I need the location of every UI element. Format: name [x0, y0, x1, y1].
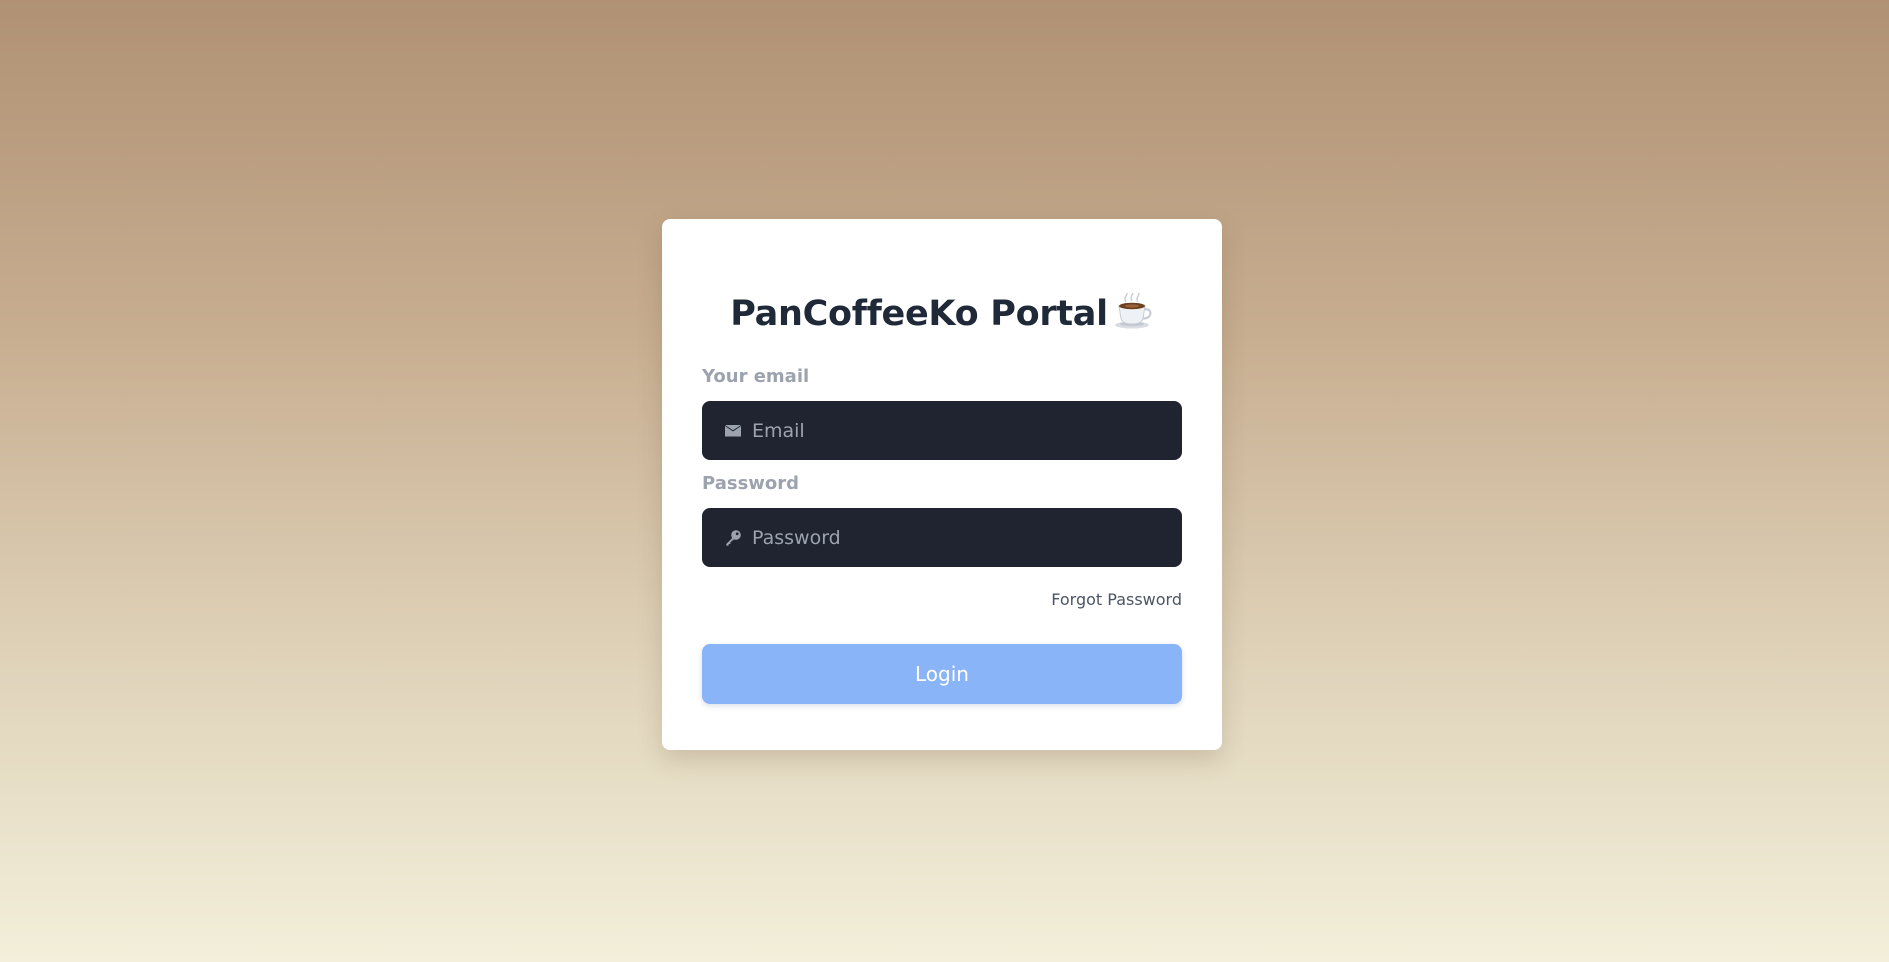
email-label: Your email — [702, 366, 810, 387]
forgot-password-row: Forgot Password — [702, 589, 1182, 611]
envelope-icon — [724, 422, 742, 440]
forgot-password-link[interactable]: Forgot Password — [1051, 590, 1182, 609]
page-title: PanCoffeeKo Portal — [702, 289, 1182, 339]
password-label: Password — [702, 473, 800, 494]
login-button[interactable]: Login — [702, 644, 1182, 704]
login-card: PanCoffeeKo Portal Your email Password — [662, 219, 1222, 750]
password-input[interactable] — [752, 508, 1172, 567]
email-field[interactable] — [702, 401, 1182, 460]
password-field[interactable] — [702, 508, 1182, 567]
coffee-cup-icon — [1114, 289, 1154, 329]
email-input[interactable] — [752, 401, 1172, 460]
key-icon — [724, 529, 742, 547]
page-title-text: PanCoffeeKo Portal — [730, 294, 1108, 334]
